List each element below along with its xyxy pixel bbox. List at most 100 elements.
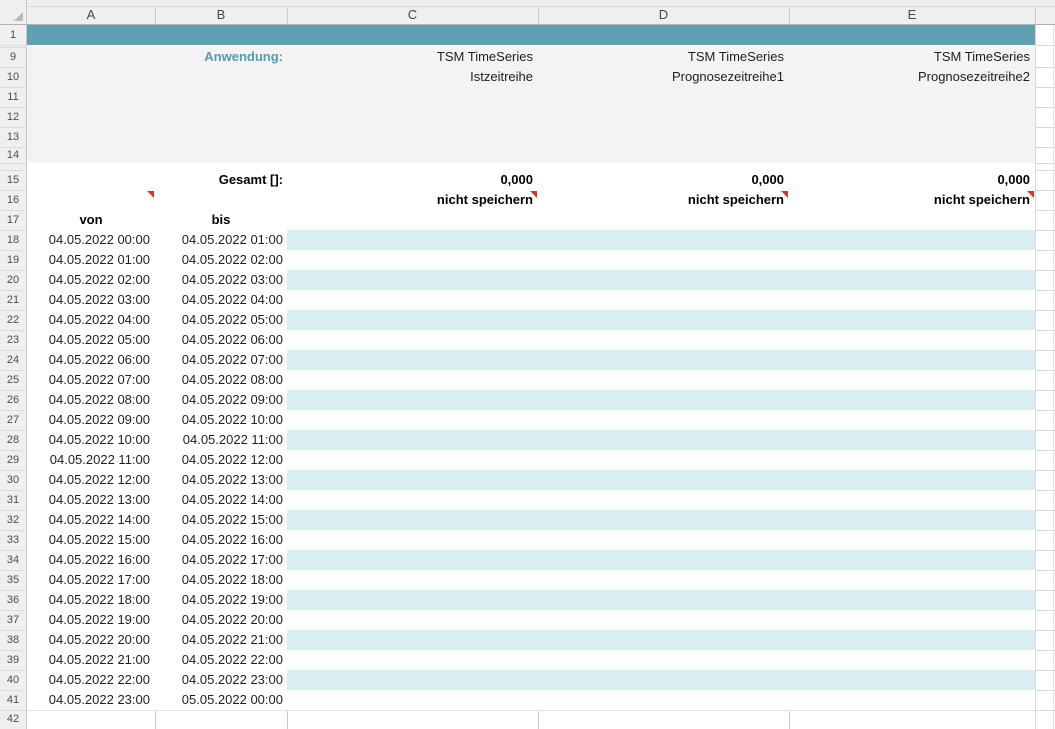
row-header-17[interactable]: 17	[0, 210, 26, 230]
date-cell-von[interactable]: 04.05.2022 01:00	[27, 250, 150, 270]
row-header-42[interactable]: 42	[0, 710, 26, 729]
date-cell-von[interactable]: 04.05.2022 14:00	[27, 510, 150, 530]
row-header-28[interactable]: 28	[0, 430, 26, 450]
date-cell-bis[interactable]: 04.05.2022 20:00	[155, 610, 283, 630]
cell-von-header[interactable]: von	[27, 210, 155, 230]
date-cell-bis[interactable]: 04.05.2022 23:00	[155, 670, 283, 690]
row-header-19[interactable]: 19	[0, 250, 26, 270]
date-cell-von[interactable]: 04.05.2022 05:00	[27, 330, 150, 350]
column-header-D[interactable]: D	[538, 5, 789, 24]
date-cell-von[interactable]: 04.05.2022 02:00	[27, 270, 150, 290]
date-cell-von[interactable]: 04.05.2022 21:00	[27, 650, 150, 670]
row-header-1[interactable]: 1	[0, 25, 26, 45]
date-cell-von[interactable]: 04.05.2022 19:00	[27, 610, 150, 630]
row-header-36[interactable]: 36	[0, 590, 26, 610]
date-cell-von[interactable]: 04.05.2022 22:00	[27, 670, 150, 690]
row-header-30[interactable]: 30	[0, 470, 26, 490]
date-cell-bis[interactable]: 04.05.2022 03:00	[155, 270, 283, 290]
row-header-24[interactable]: 24	[0, 350, 26, 370]
date-cell-bis[interactable]: 04.05.2022 22:00	[155, 650, 283, 670]
row-header-20[interactable]: 20	[0, 270, 26, 290]
date-cell-bis[interactable]: 05.05.2022 00:00	[155, 690, 283, 710]
date-cell-bis[interactable]: 04.05.2022 10:00	[155, 410, 283, 430]
cell-total-value[interactable]: 0,000	[540, 170, 784, 190]
cell-app-name[interactable]: TSM TimeSeries	[540, 47, 784, 67]
date-cell-von[interactable]: 04.05.2022 15:00	[27, 530, 150, 550]
cell-series-name[interactable]: Prognosezeitreihe2	[791, 67, 1030, 87]
row-header-21[interactable]: 21	[0, 290, 26, 310]
cell-total-value[interactable]: 0,000	[791, 170, 1030, 190]
date-cell-von[interactable]: 04.05.2022 08:00	[27, 390, 150, 410]
date-cell-bis[interactable]: 04.05.2022 06:00	[155, 330, 283, 350]
title-bar-row[interactable]	[27, 25, 1035, 45]
row-header-26[interactable]: 26	[0, 390, 26, 410]
row-header-34[interactable]: 34	[0, 550, 26, 570]
date-cell-von[interactable]: 04.05.2022 12:00	[27, 470, 150, 490]
date-cell-von[interactable]: 04.05.2022 09:00	[27, 410, 150, 430]
date-cell-bis[interactable]: 04.05.2022 04:00	[155, 290, 283, 310]
date-cell-bis[interactable]: 04.05.2022 21:00	[155, 630, 283, 650]
date-cell-von[interactable]: 04.05.2022 10:00	[27, 430, 150, 450]
row-header-10[interactable]: 10	[0, 67, 26, 87]
date-cell-bis[interactable]: 04.05.2022 14:00	[155, 490, 283, 510]
date-cell-bis[interactable]: 04.05.2022 01:00	[155, 230, 283, 250]
cell-note[interactable]: nicht speichern	[289, 190, 533, 210]
date-cell-von[interactable]: 04.05.2022 23:00	[27, 690, 150, 710]
cell-total-value[interactable]: 0,000	[289, 170, 533, 190]
column-header-E[interactable]: E	[789, 5, 1035, 24]
row-header-23[interactable]: 23	[0, 330, 26, 350]
row-header-18[interactable]: 18	[0, 230, 26, 250]
date-cell-bis[interactable]: 04.05.2022 13:00	[155, 470, 283, 490]
date-cell-von[interactable]: 04.05.2022 03:00	[27, 290, 150, 310]
cell-note[interactable]: nicht speichern	[540, 190, 784, 210]
date-cell-bis[interactable]: 04.05.2022 11:00	[155, 430, 283, 450]
date-cell-bis[interactable]: 04.05.2022 17:00	[155, 550, 283, 570]
column-header-A[interactable]: A	[27, 5, 155, 24]
date-cell-von[interactable]: 04.05.2022 18:00	[27, 590, 150, 610]
row-header-37[interactable]: 37	[0, 610, 26, 630]
row-header-33[interactable]: 33	[0, 530, 26, 550]
row-header-35[interactable]: 35	[0, 570, 26, 590]
row-header-39[interactable]: 39	[0, 650, 26, 670]
date-cell-bis[interactable]: 04.05.2022 19:00	[155, 590, 283, 610]
date-cell-bis[interactable]: 04.05.2022 07:00	[155, 350, 283, 370]
sheet-grid[interactable]: Anwendung: Gesamt []: von bis TSM TimeSe…	[0, 0, 1055, 729]
row-header-9[interactable]: 9	[0, 47, 26, 67]
cell-note[interactable]: nicht speichern	[791, 190, 1030, 210]
date-cell-bis[interactable]: 04.05.2022 16:00	[155, 530, 283, 550]
select-all-corner[interactable]	[0, 0, 27, 25]
date-cell-bis[interactable]: 04.05.2022 18:00	[155, 570, 283, 590]
row-header-11[interactable]: 11	[0, 87, 26, 107]
date-cell-von[interactable]: 04.05.2022 00:00	[27, 230, 150, 250]
row-headers[interactable]: 1910111213141516171819202122232425262728…	[0, 25, 27, 729]
cell-series-name[interactable]: Istzeitreihe	[289, 67, 533, 87]
row-header-38[interactable]: 38	[0, 630, 26, 650]
cell-app-name[interactable]: TSM TimeSeries	[791, 47, 1030, 67]
row-header-14[interactable]: 14	[0, 147, 26, 163]
date-cell-bis[interactable]: 04.05.2022 12:00	[155, 450, 283, 470]
date-cell-von[interactable]: 04.05.2022 06:00	[27, 350, 150, 370]
date-cell-von[interactable]: 04.05.2022 20:00	[27, 630, 150, 650]
row-header-32[interactable]: 32	[0, 510, 26, 530]
row-header-22[interactable]: 22	[0, 310, 26, 330]
row-header-12[interactable]: 12	[0, 107, 26, 127]
date-cell-von[interactable]: 04.05.2022 13:00	[27, 490, 150, 510]
row-header-15[interactable]: 15	[0, 170, 26, 190]
column-header-C[interactable]: C	[287, 5, 538, 24]
row-header-27[interactable]: 27	[0, 410, 26, 430]
row-header-29[interactable]: 29	[0, 450, 26, 470]
cell-app-name[interactable]: TSM TimeSeries	[289, 47, 533, 67]
column-headers[interactable]: ABCDE	[0, 0, 1055, 25]
row-header-40[interactable]: 40	[0, 670, 26, 690]
date-cell-von[interactable]: 04.05.2022 04:00	[27, 310, 150, 330]
row-header-41[interactable]: 41	[0, 690, 26, 710]
date-cell-von[interactable]: 04.05.2022 16:00	[27, 550, 150, 570]
date-cell-bis[interactable]: 04.05.2022 15:00	[155, 510, 283, 530]
cell-anwendung-label[interactable]: Anwendung:	[157, 47, 283, 67]
cell-series-name[interactable]: Prognosezeitreihe1	[540, 67, 784, 87]
date-cell-von[interactable]: 04.05.2022 07:00	[27, 370, 150, 390]
column-header-B[interactable]: B	[155, 5, 287, 24]
date-cell-von[interactable]: 04.05.2022 11:00	[27, 450, 150, 470]
date-cell-bis[interactable]: 04.05.2022 09:00	[155, 390, 283, 410]
date-cell-von[interactable]: 04.05.2022 17:00	[27, 570, 150, 590]
